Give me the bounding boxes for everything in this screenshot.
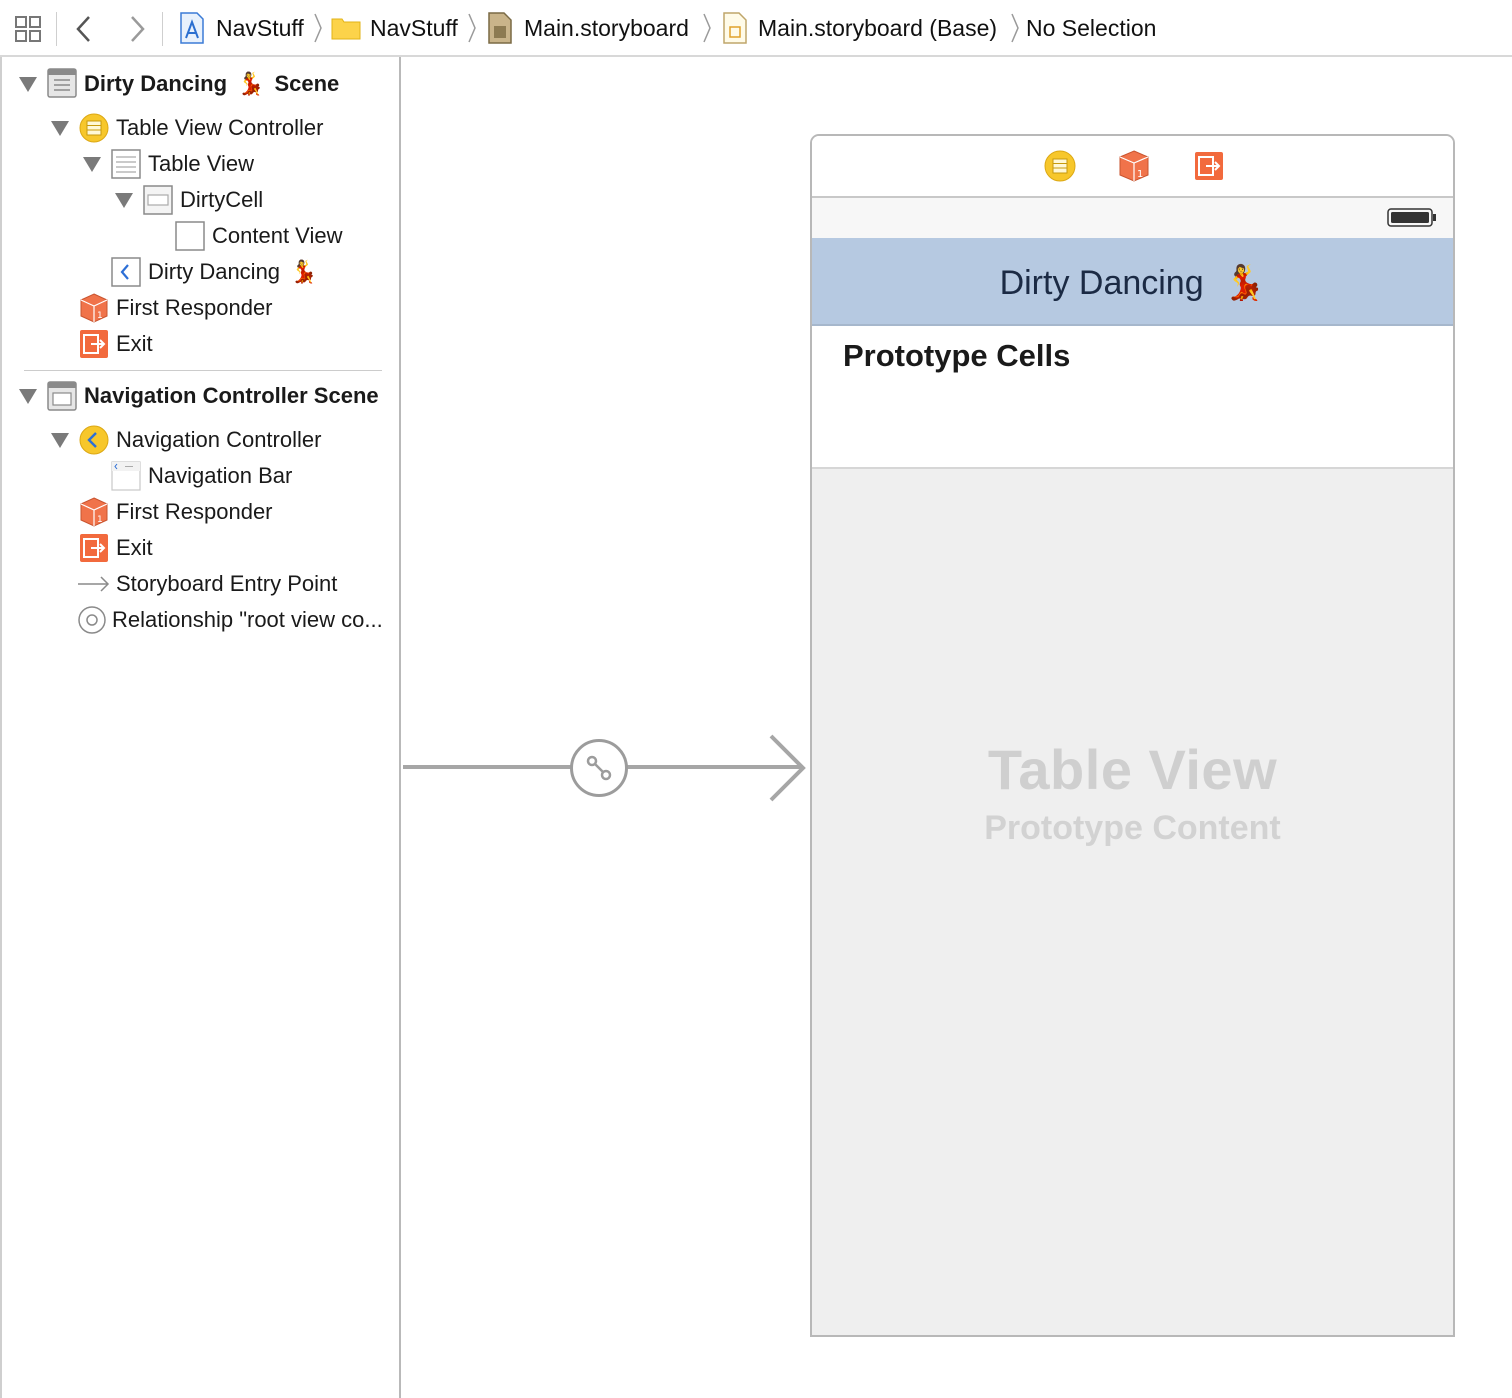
table-view-title: Table View [987, 738, 1278, 801]
navigation-item-icon [111, 257, 141, 287]
outline-item-label: DirtyCell [180, 187, 264, 212]
disclosure-triangle-icon[interactable] [51, 433, 69, 448]
view-icon [175, 221, 205, 251]
prototype-cells-title: Prototype Cells [843, 338, 1071, 373]
breadcrumb-selection[interactable]: No Selection [1026, 14, 1156, 42]
breadcrumb-separator-icon [1011, 13, 1019, 43]
jump-bar: NavStuff NavStuff Main.storyboard Main.s… [0, 0, 1512, 57]
table-view-placeholder[interactable]: Table View Prototype Content [812, 469, 1453, 1335]
table-view-subtitle: Prototype Content [984, 809, 1281, 847]
segue-arrowhead-icon [769, 734, 806, 802]
table-cell-icon [143, 185, 173, 215]
dancer-emoji: 💃 [290, 259, 318, 284]
disclosure-triangle-icon[interactable] [83, 157, 101, 172]
table-view-controller-icon [79, 113, 109, 143]
svg-text:1: 1 [1137, 169, 1143, 180]
dancer-emoji: 💃 [1223, 264, 1266, 302]
disclosure-triangle-icon[interactable] [19, 389, 37, 404]
breadcrumb-separator-icon [703, 13, 711, 43]
scene-dock: 1 [812, 136, 1453, 198]
outline-item-first-responder[interactable]: First Responder [116, 494, 273, 530]
xcode-project-icon [180, 12, 204, 44]
navigation-title-text: Dirty Dancing [999, 264, 1204, 302]
outline-item-label: Storyboard Entry Point [116, 571, 338, 596]
breadcrumb-separator-icon [468, 13, 476, 43]
storyboard-base-icon [723, 12, 747, 44]
storyboard-file-icon [488, 12, 512, 44]
breadcrumb-storyboard[interactable]: Main.storyboard [524, 14, 689, 42]
outline-item-label: Content View [212, 223, 343, 248]
outline-item-label: Table View [148, 151, 254, 176]
outline-item-navigation-controller[interactable]: Navigation Controller [116, 422, 321, 458]
table-view-icon [111, 149, 141, 179]
outline-item-navigation-bar[interactable]: Navigation Bar [148, 458, 292, 494]
outline-item-exit[interactable]: Exit [116, 530, 153, 566]
navigation-bar[interactable]: Dirty Dancing 💃 [812, 238, 1453, 326]
forward-arrow-icon[interactable] [128, 14, 148, 44]
relationship-segue-icon[interactable] [570, 739, 628, 797]
first-responder-icon: 1 [80, 293, 108, 323]
breadcrumb-folder[interactable]: NavStuff [370, 14, 458, 42]
related-items-icon[interactable] [14, 15, 42, 43]
exit-icon [80, 330, 108, 358]
disclosure-triangle-icon[interactable] [19, 77, 37, 92]
storyboard-canvas[interactable]: 1 Dirty Dancing 💃 Prototype Cells Table … [403, 57, 1512, 1398]
navigation-controller-icon [79, 425, 109, 455]
scene-title: Dirty Dancing [84, 71, 228, 96]
outline-scene-dirty-dancing[interactable]: Dirty Dancing 💃 Scene [84, 66, 339, 102]
outline-item-table-view-controller[interactable]: Table View Controller [116, 110, 323, 146]
outline-item-label: Navigation Bar [148, 463, 293, 488]
outline-item-dirty-cell[interactable]: DirtyCell [180, 182, 263, 218]
folder-icon [331, 18, 361, 40]
toolbar-divider [162, 12, 163, 46]
table-view-controller-scene[interactable]: 1 Dirty Dancing 💃 Prototype Cells Table … [810, 134, 1455, 1337]
navigation-bar-icon [111, 461, 141, 491]
outline-item-label: First Responder [116, 295, 273, 320]
outline-item-label: Exit [116, 535, 153, 560]
outline-item-label: Navigation Controller [116, 427, 322, 452]
svg-text:1: 1 [97, 515, 103, 525]
battery-icon [1387, 208, 1436, 227]
exit-icon[interactable] [1193, 150, 1225, 182]
navigation-title: Dirty Dancing 💃 [812, 262, 1453, 304]
outline-item-entry-point[interactable]: Storyboard Entry Point [116, 566, 337, 602]
breadcrumb-storyboard-base[interactable]: Main.storyboard (Base) [758, 14, 997, 42]
segue-link-icon [586, 755, 612, 781]
toolbar-divider [56, 12, 57, 46]
first-responder-icon: 1 [80, 497, 108, 527]
scene-separator [24, 370, 382, 371]
outline-item-first-responder[interactable]: First Responder [116, 290, 273, 326]
disclosure-triangle-icon[interactable] [51, 121, 69, 136]
status-bar [812, 198, 1453, 238]
disclosure-triangle-icon[interactable] [115, 193, 133, 208]
scene-icon [47, 381, 77, 411]
outline-scene-navigation-controller[interactable]: Navigation Controller Scene [84, 378, 379, 414]
scene-title: Navigation Controller Scene [84, 383, 379, 408]
scene-icon [47, 68, 77, 98]
scene-suffix: Scene [274, 71, 340, 96]
document-outline: Dirty Dancing 💃 Scene Table View Control… [0, 57, 401, 1398]
dancer-emoji: 💃 [237, 71, 265, 96]
entry-point-arrow-icon [78, 576, 110, 592]
exit-icon [80, 534, 108, 562]
outline-item-label: Table View Controller [116, 115, 324, 140]
outline-item-exit[interactable]: Exit [116, 326, 153, 362]
prototype-cells-section[interactable]: Prototype Cells [812, 326, 1453, 469]
outline-item-label: Dirty Dancing [148, 259, 281, 284]
first-responder-icon[interactable]: 1 [1118, 150, 1150, 182]
outline-item-label: Exit [116, 331, 153, 356]
back-arrow-icon[interactable] [73, 14, 93, 44]
breadcrumb-project[interactable]: NavStuff [216, 14, 304, 42]
outline-item-label: First Responder [116, 499, 273, 524]
outline-item-relationship[interactable]: Relationship "root view co... [112, 602, 383, 638]
outline-item-table-view[interactable]: Table View [148, 146, 254, 182]
outline-item-navigation-item[interactable]: Dirty Dancing 💃 [148, 254, 317, 290]
svg-text:1: 1 [97, 311, 103, 321]
table-view-controller-icon[interactable] [1044, 150, 1076, 182]
outline-item-content-view[interactable]: Content View [212, 218, 342, 254]
relationship-segue-icon [78, 606, 106, 634]
breadcrumb-separator-icon [314, 13, 322, 43]
outline-item-label: Relationship "root view co... [112, 607, 383, 632]
